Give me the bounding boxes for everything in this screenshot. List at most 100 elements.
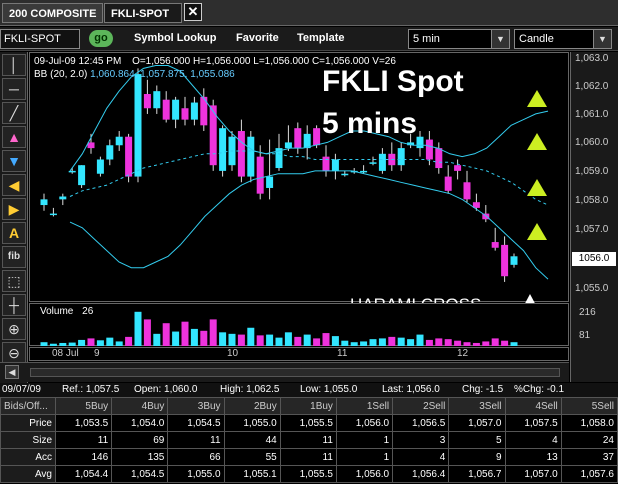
table-cell: 9 xyxy=(448,448,506,466)
volume-bar xyxy=(40,342,48,346)
column-header: 3Buy xyxy=(167,397,225,415)
candle-up xyxy=(266,176,274,188)
candlestick-chart xyxy=(40,65,549,311)
price-tick: 1,058.0 xyxy=(575,195,609,206)
quote-low: Low: 1,055.0 xyxy=(300,384,358,395)
volume-bar xyxy=(134,311,142,346)
table-header-row: Bids/Off... 5Buy 4Buy 3Buy 2Buy 1Buy 1Se… xyxy=(0,397,618,415)
table-cell: 1,054.5 xyxy=(111,465,169,483)
volume-bar xyxy=(350,342,358,346)
candle-up xyxy=(172,99,180,120)
candle-up xyxy=(397,148,405,166)
favorite-link[interactable]: Favorite xyxy=(236,32,279,44)
volume-bar xyxy=(237,334,245,346)
vertical-line-tool-icon[interactable]: │ xyxy=(2,54,26,76)
volume-bar xyxy=(228,333,236,346)
table-cell: 44 xyxy=(223,431,281,449)
scroll-left-icon[interactable]: ◀ xyxy=(5,365,19,379)
volume-value: 26 xyxy=(82,306,94,317)
price-axis: 1,063.0 1,062.0 1,061.0 1,060.0 1,059.0 … xyxy=(570,52,618,382)
table-cell: 69 xyxy=(111,431,169,449)
price-chart[interactable]: 09-Jul-09 12:45 PM O=1,056.000 H=1,056.0… xyxy=(29,52,569,321)
volume-tick: 81 xyxy=(579,330,591,341)
down-arrow-tool-icon[interactable]: ▼ xyxy=(2,150,26,172)
right-arrow-tool-icon[interactable]: ▶ xyxy=(2,198,26,220)
volume-bar xyxy=(284,332,292,346)
table-cell: 1,058.0 xyxy=(560,414,618,432)
table-cell: 1 xyxy=(335,431,394,449)
left-arrow-tool-icon[interactable]: ◀ xyxy=(2,174,26,196)
candle-up xyxy=(247,136,255,177)
price-tick: 1,061.0 xyxy=(575,109,609,120)
up-arrow-tool-icon[interactable]: ▲ xyxy=(2,126,26,148)
volume-bar xyxy=(219,332,227,346)
volume-bar xyxy=(369,339,377,346)
table-row: Avg 1,054.4 1,054.5 1,055.0 1,055.1 1,05… xyxy=(0,465,618,483)
volume-bar xyxy=(143,319,151,346)
go-button[interactable]: go xyxy=(89,30,113,47)
horizontal-line-tool-icon[interactable]: ─ xyxy=(2,78,26,100)
volume-bar xyxy=(501,340,509,346)
volume-bar xyxy=(491,338,499,346)
volume-bar xyxy=(115,341,123,346)
volume-tick: 216 xyxy=(579,307,596,318)
candle-up xyxy=(78,165,86,186)
volume-bar xyxy=(416,334,424,346)
chart-scrollbar[interactable]: ◀ xyxy=(0,362,569,382)
candle-down xyxy=(491,242,499,248)
chart-style-value: Candle xyxy=(519,33,554,45)
candle-up xyxy=(284,142,292,149)
candle-up xyxy=(40,199,48,206)
table-cell: 146 xyxy=(54,448,113,466)
zoom-in-icon[interactable]: ⊕ xyxy=(2,318,26,340)
text-tool-icon[interactable]: A xyxy=(2,222,26,244)
candle-down xyxy=(444,176,452,191)
bullish-marker-icons xyxy=(521,90,547,311)
row-label: Price xyxy=(0,414,56,432)
table-cell: 55 xyxy=(223,448,281,466)
candle-up xyxy=(59,196,67,200)
candle-up xyxy=(219,128,227,171)
candle-up xyxy=(96,159,104,174)
tab-bar: 200 COMPOSITE FKLI-SPOT ✕ xyxy=(0,0,618,26)
volume-bar xyxy=(510,342,518,346)
volume-bar xyxy=(303,334,311,346)
candle-up xyxy=(341,173,349,176)
row-label: Avg xyxy=(0,465,56,483)
bb-lower-line xyxy=(69,170,549,280)
volume-bar xyxy=(463,342,471,346)
price-tick: 1,060.0 xyxy=(575,137,609,148)
trend-line-tool-icon[interactable]: ╱ xyxy=(2,102,26,124)
fibonacci-tool-icon[interactable]: fib xyxy=(2,246,26,268)
volume-bar xyxy=(68,342,76,346)
table-cell: 24 xyxy=(560,431,618,449)
volume-bar xyxy=(266,334,274,346)
select-tool-icon[interactable]: ⬚ xyxy=(2,270,26,292)
close-icon[interactable]: ✕ xyxy=(184,3,202,21)
zoom-out-icon[interactable]: ⊖ xyxy=(2,342,26,364)
candle-up xyxy=(106,145,114,160)
tab-fkli-spot[interactable]: FKLI-SPOT xyxy=(104,3,182,23)
interval-select[interactable]: 5 min ▼ xyxy=(408,29,510,49)
date-axis-start: 08 Jul xyxy=(52,348,79,359)
volume-chart[interactable]: Volume 26 xyxy=(29,303,569,346)
tab-composite[interactable]: 200 COMPOSITE xyxy=(2,3,104,23)
triangle-up-icon xyxy=(527,133,547,150)
scroll-track[interactable] xyxy=(30,368,560,377)
symbol-lookup-link[interactable]: Symbol Lookup xyxy=(134,32,217,44)
volume-bar xyxy=(247,327,255,346)
volume-bar xyxy=(256,335,264,346)
table-cell: 1,055.5 xyxy=(279,465,337,483)
candle-up xyxy=(134,74,142,177)
crosshair-tool-icon[interactable]: ┼ xyxy=(2,294,26,316)
chart-style-select[interactable]: Candle ▼ xyxy=(514,29,612,49)
candle-down xyxy=(313,128,321,146)
volume-bar xyxy=(378,338,386,346)
symbol-input[interactable] xyxy=(0,29,80,49)
template-link[interactable]: Template xyxy=(297,32,344,44)
candle-up xyxy=(331,159,339,171)
candle-down xyxy=(181,108,189,120)
volume-bar xyxy=(125,336,133,346)
volume-bar xyxy=(78,339,86,346)
table-cell: 1,054.4 xyxy=(54,465,113,483)
